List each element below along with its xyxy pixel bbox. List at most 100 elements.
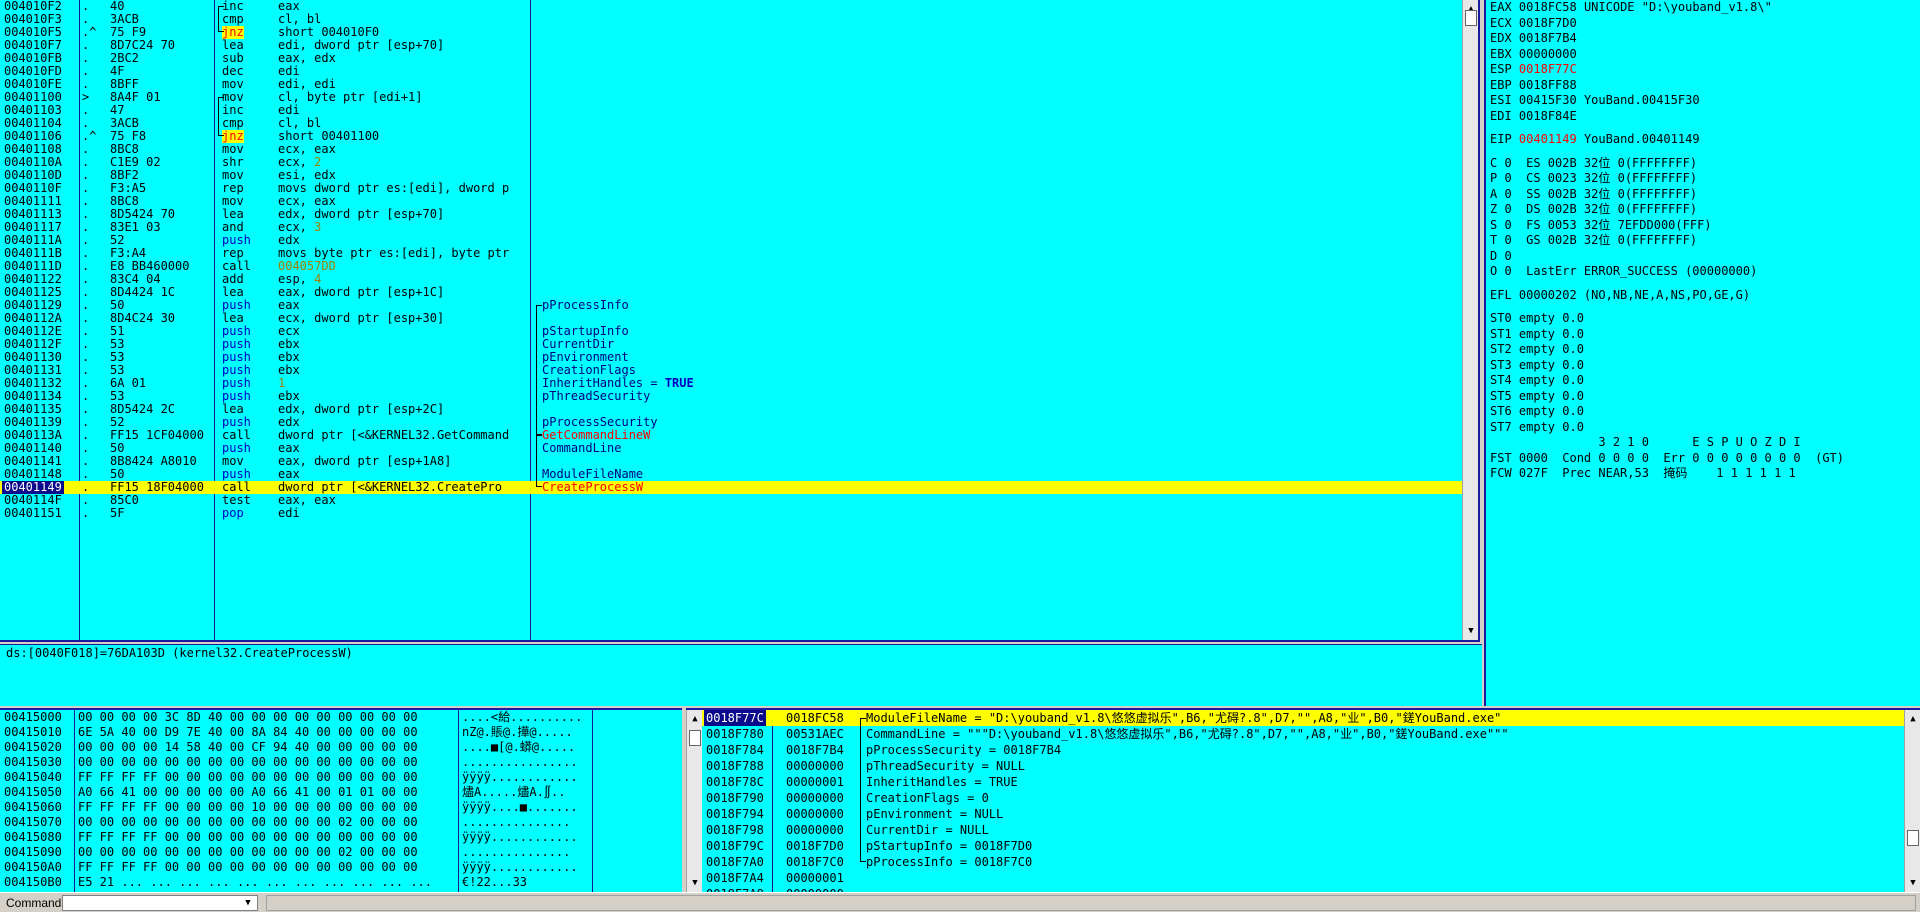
stack-scrollbar[interactable]: ▲ ▼: [1904, 710, 1920, 892]
register-row[interactable]: O 0 LastErr ERROR_SUCCESS (00000000): [1490, 264, 1920, 280]
register-row[interactable]: P 0 CS 0023 32位 0(FFFFFFFF): [1490, 171, 1920, 187]
disasm-row[interactable]: 00401111. 8BC8 mov ecx, eax: [0, 195, 1462, 208]
stack-row[interactable]: 0018F788 00000000 pThreadSecurity = NULL: [686, 758, 1920, 774]
register-row[interactable]: C 0 ES 002B 32位 0(FFFFFFFF): [1490, 156, 1920, 172]
scroll-thumb[interactable]: [1907, 830, 1919, 846]
register-row[interactable]: FCW 027F Prec NEAR,53 掩码 1 1 1 1 1 1: [1490, 466, 1920, 482]
dump-row[interactable]: 00415040 FF FF FF FF 00 00 00 00 00 00 00…: [0, 770, 682, 785]
disasm-row[interactable]: 00401148. 50 push eax ModuleFileName: [0, 468, 1462, 481]
stack-row[interactable]: 0018F79C 0018F7D0 pStartupInfo = 0018F7D0: [686, 838, 1920, 854]
disasm-row[interactable]: 00401141. 8B8424 A8010 mov eax, dword ptr […: [0, 455, 1462, 468]
disasm-row[interactable]: 00401108. 8BC8 mov ecx, eax: [0, 143, 1462, 156]
register-row[interactable]: EBP 0018FF88: [1490, 78, 1920, 94]
disasm-row[interactable]: 004010FD. 4F dec edi: [0, 65, 1462, 78]
register-row[interactable]: ST0 empty 0.0: [1490, 311, 1920, 327]
disasm-row[interactable]: 0040111A. 52 push edx: [0, 234, 1462, 247]
register-row[interactable]: EFL 00000202 (NO,NB,NE,A,NS,PO,GE,G): [1490, 288, 1920, 304]
dump-row[interactable]: 00415030 00 00 00 00 00 00 00 00 00 00 00…: [0, 755, 682, 770]
register-row[interactable]: T 0 GS 002B 32位 0(FFFFFFFF): [1490, 233, 1920, 249]
dump-row[interactable]: 004150B0 E5 21 ... ... ... ... ... ... ..…: [0, 875, 682, 890]
disasm-row[interactable]: 00401135. 8D5424 2C lea edx, dword ptr [esp…: [0, 403, 1462, 416]
dump-row[interactable]: 00415070 00 00 00 00 00 00 00 00 00 00 00…: [0, 815, 682, 830]
dump-row[interactable]: 004150A0 FF FF FF FF 00 00 00 00 00 00 00…: [0, 860, 682, 875]
register-row[interactable]: [1490, 280, 1920, 288]
register-row[interactable]: ST3 empty 0.0: [1490, 358, 1920, 374]
disasm-row[interactable]: 00401132. 6A 01 push 1 InheritHandles = TRUE: [0, 377, 1462, 390]
disasm-row[interactable]: 0040110F. F3:A5 rep movs dword ptr es:[edi]…: [0, 182, 1462, 195]
stack-pane[interactable]: 0018F77C 0018FC58 ModuleFileName = "D:\you…: [686, 708, 1920, 892]
disasm-row[interactable]: 0040112E. 51 push ecx pStartupInfo: [0, 325, 1462, 338]
register-row[interactable]: Z 0 DS 002B 32位 0(FFFFFFFF): [1490, 202, 1920, 218]
register-row[interactable]: ST4 empty 0.0: [1490, 373, 1920, 389]
register-row[interactable]: EDI 0018F84E: [1490, 109, 1920, 125]
register-row[interactable]: ESP 0018F77C: [1490, 62, 1920, 78]
dump-row[interactable]: 00415020 00 00 00 00 14 58 40 00 CF 94 40…: [0, 740, 682, 755]
disasm-row[interactable]: 004010FE. 8BFF mov edi, edi: [0, 78, 1462, 91]
register-row[interactable]: ST5 empty 0.0: [1490, 389, 1920, 405]
stack-row[interactable]: 0018F78C 00000001 InheritHandles = TRUE: [686, 774, 1920, 790]
disasm-row[interactable]: 00401131. 53 push ebx CreationFlags: [0, 364, 1462, 377]
dump-row[interactable]: 00415080 FF FF FF FF 00 00 00 00 00 00 00…: [0, 830, 682, 845]
disasm-row[interactable]: 00401139. 52 push edx pProcessSecurity: [0, 416, 1462, 429]
stack-scrollbar-left[interactable]: ▲ ▼: [686, 710, 702, 892]
scroll-up-icon[interactable]: ▲: [688, 712, 702, 726]
chevron-down-icon[interactable]: ▼: [240, 896, 256, 910]
disassembly-pane[interactable]: 004010F2. 40 inc eax 004010F3. 3ACB cmp cl, bl 0…: [0, 0, 1480, 642]
scroll-down-icon[interactable]: ▼: [1464, 624, 1478, 638]
memory-dump-pane[interactable]: 00415000 00 00 00 00 3C 8D 40 00 00 00 00…: [0, 708, 682, 892]
disasm-row[interactable]: 00401117. 83E1 03 and ecx, 3: [0, 221, 1462, 234]
disasm-row[interactable]: 0040111D. E8 BB460000 call 004057DD: [0, 260, 1462, 273]
stack-row[interactable]: 0018F784 0018F7B4 pProcessSecurity = 0018F…: [686, 742, 1920, 758]
disasm-row[interactable]: 00401129. 50 push eax pProcessInfo: [0, 299, 1462, 312]
scroll-down-icon[interactable]: ▼: [1906, 876, 1920, 890]
register-row[interactable]: EIP 00401149 YouBand.00401149: [1490, 132, 1920, 148]
register-row[interactable]: ST2 empty 0.0: [1490, 342, 1920, 358]
scroll-up-icon[interactable]: ▲: [1906, 712, 1920, 726]
disasm-row[interactable]: 0040110A. C1E9 02 shr ecx, 2: [0, 156, 1462, 169]
register-row[interactable]: FST 0000 Cond 0 0 0 0 Err 0 0 0 0 0 0 0 …: [1490, 451, 1920, 467]
stack-row[interactable]: 0018F7A0 0018F7C0 pProcessInfo = 0018F7C0: [686, 854, 1920, 870]
disasm-row[interactable]: 0040114F. 85C0 test eax, eax: [0, 494, 1462, 507]
disasm-row[interactable]: 0040111B. F3:A4 rep movs byte ptr es:[edi],…: [0, 247, 1462, 260]
disasm-row[interactable]: 00401113. 8D5424 70 lea edx, dword ptr [esp…: [0, 208, 1462, 221]
registers-pane[interactable]: EAX 0018FC58 UNICODE "D:\youband_v1.8\" E…: [1484, 0, 1920, 706]
dump-row[interactable]: 00415000 00 00 00 00 3C 8D 40 00 00 00 00…: [0, 710, 682, 725]
scroll-thumb[interactable]: [1465, 10, 1477, 26]
dump-row[interactable]: 00415060 FF FF FF FF 00 00 00 00 10 00 00…: [0, 800, 682, 815]
register-row[interactable]: ESI 00415F30 YouBand.00415F30: [1490, 93, 1920, 109]
dump-row[interactable]: 00415050 A0 66 41 00 00 00 00 00 A0 66 41…: [0, 785, 682, 800]
register-row[interactable]: [1490, 148, 1920, 156]
scroll-thumb[interactable]: [689, 730, 701, 746]
register-row[interactable]: ST7 empty 0.0: [1490, 420, 1920, 436]
register-row[interactable]: A 0 SS 002B 32位 0(FFFFFFFF): [1490, 187, 1920, 203]
register-row[interactable]: [1490, 124, 1920, 132]
disasm-row[interactable]: 00401125. 8D4424 1C lea eax, dword ptr [esp…: [0, 286, 1462, 299]
stack-row[interactable]: 0018F794 00000000 pEnvironment = NULL: [686, 806, 1920, 822]
register-row[interactable]: ST6 empty 0.0: [1490, 404, 1920, 420]
register-row[interactable]: ST1 empty 0.0: [1490, 327, 1920, 343]
stack-row[interactable]: 0018F798 00000000 CurrentDir = NULL: [686, 822, 1920, 838]
register-row[interactable]: S 0 FS 0053 32位 7EFDD000(FFF): [1490, 218, 1920, 234]
disasm-row[interactable]: 00401151. 5F pop edi: [0, 507, 1462, 520]
dump-row[interactable]: 00415090 00 00 00 00 00 00 00 00 00 00 00…: [0, 845, 682, 860]
disasm-row[interactable]: 00401140. 50 push eax CommandLine: [0, 442, 1462, 455]
stack-row[interactable]: 0018F77C 0018FC58 ModuleFileName = "D:\you…: [686, 710, 1920, 726]
register-row[interactable]: D 0: [1490, 249, 1920, 265]
disasm-row[interactable]: 0040110D. 8BF2 mov esi, edx: [0, 169, 1462, 182]
stack-row[interactable]: 0018F780 00531AEC CommandLine = """D:\youb…: [686, 726, 1920, 742]
register-row[interactable]: ECX 0018F7D0: [1490, 16, 1920, 32]
disasm-row[interactable]: 0040112F. 53 push ebx CurrentDir: [0, 338, 1462, 351]
disassembly-scrollbar[interactable]: ▲ ▼: [1462, 0, 1478, 640]
disasm-row[interactable]: 004010FB. 2BC2 sub eax, edx: [0, 52, 1462, 65]
register-row[interactable]: EAX 0018FC58 UNICODE "D:\youband_v1.8\": [1490, 0, 1920, 16]
dump-row[interactable]: 00415010 6E 5A 40 00 D9 7E 40 00 8A 84 40…: [0, 725, 682, 740]
disasm-row[interactable]: 0040112A. 8D4C24 30 lea ecx, dword ptr [esp…: [0, 312, 1462, 325]
scroll-down-icon[interactable]: ▼: [688, 876, 702, 890]
register-row[interactable]: 3 2 1 0 E S P U O Z D I: [1490, 435, 1920, 451]
register-row[interactable]: [1490, 303, 1920, 311]
stack-row[interactable]: 0018F790 00000000 CreationFlags = 0: [686, 790, 1920, 806]
disasm-row[interactable]: 004010F7. 8D7C24 70 lea edi, dword ptr [esp…: [0, 39, 1462, 52]
disasm-row[interactable]: 0040113A. FF15 1CF04000 call dword ptr [<&K…: [0, 429, 1462, 442]
command-input[interactable]: [62, 895, 258, 911]
disasm-row[interactable]: 00401134. 53 push ebx pThreadSecurity: [0, 390, 1462, 403]
